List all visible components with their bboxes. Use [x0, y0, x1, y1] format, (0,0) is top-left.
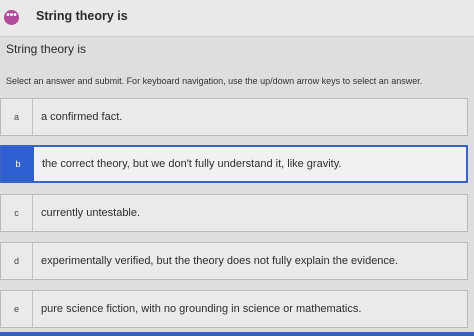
- option-text: the correct theory, but we don't fully u…: [42, 158, 342, 170]
- option-d[interactable]: d experimentally verified, but the theor…: [0, 242, 468, 280]
- ellipsis-icon[interactable]: •••: [4, 10, 19, 25]
- option-letter: e: [1, 291, 33, 327]
- instructions-text: Select an answer and submit. For keyboar…: [6, 76, 423, 86]
- option-a[interactable]: a a confirmed fact.: [0, 98, 468, 136]
- question-header: ••• String theory is: [0, 0, 474, 37]
- option-text: a confirmed fact.: [41, 111, 123, 123]
- option-b[interactable]: b the correct theory, but we don't fully…: [0, 145, 468, 183]
- option-letter: c: [1, 195, 33, 231]
- option-text: currently untestable.: [41, 207, 141, 219]
- bottom-accent-bar: [0, 332, 474, 336]
- header-title: String theory is: [36, 9, 128, 23]
- option-text: experimentally verified, but the theory …: [41, 255, 399, 267]
- option-text: pure science fiction, with no grounding …: [41, 303, 362, 315]
- option-letter: d: [1, 243, 33, 279]
- option-letter: b: [2, 147, 34, 181]
- option-letter: a: [1, 99, 33, 135]
- option-c[interactable]: c currently untestable.: [0, 194, 468, 232]
- option-e[interactable]: e pure science fiction, with no groundin…: [0, 290, 468, 328]
- question-text: String theory is: [6, 42, 87, 56]
